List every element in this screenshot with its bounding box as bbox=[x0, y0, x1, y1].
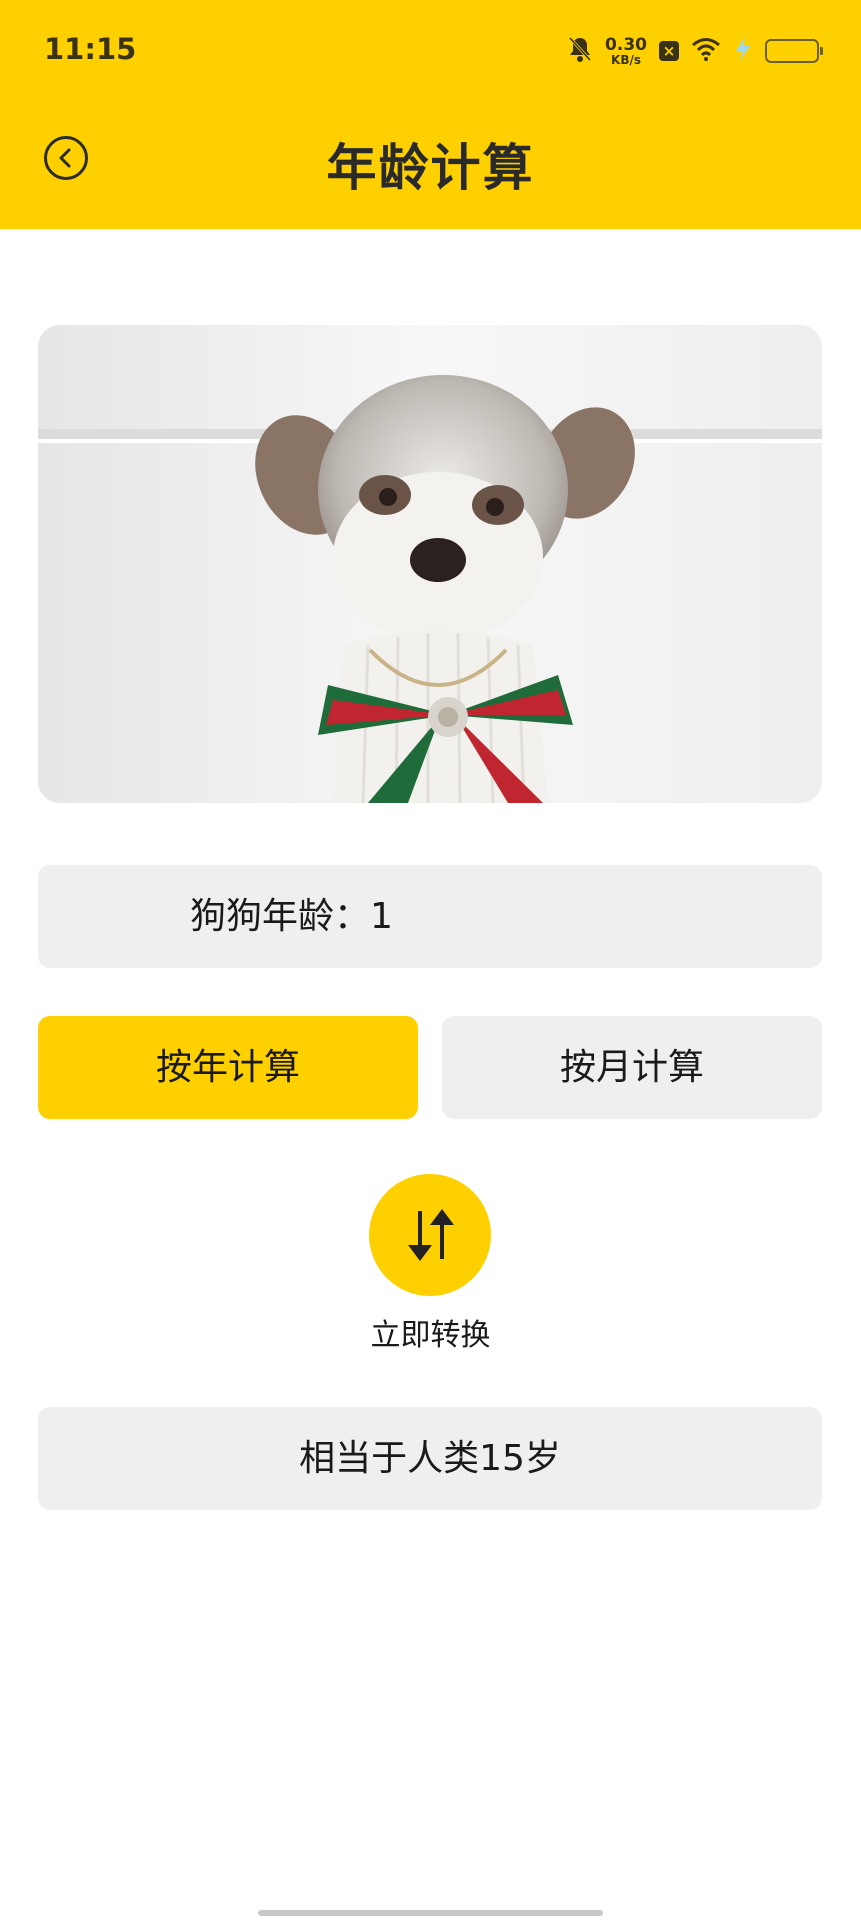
dog-age-text: 狗狗年龄：1 bbox=[190, 865, 393, 968]
home-indicator[interactable] bbox=[258, 1910, 603, 1916]
net-speed-value: 0.30 bbox=[605, 34, 647, 55]
result-display: 相当于人类15岁 bbox=[38, 1407, 822, 1510]
charging-icon bbox=[733, 36, 753, 66]
bell-muted-icon bbox=[567, 35, 593, 67]
net-speed: 0.30 KB/s bbox=[605, 34, 647, 67]
dog-age-label: 狗狗年龄： bbox=[190, 896, 371, 937]
calc-by-month-button[interactable]: 按月计算 bbox=[442, 1016, 822, 1119]
page-title: 年龄计算 bbox=[326, 139, 535, 197]
convert-label: 立即转换 bbox=[370, 1318, 491, 1353]
status-icons: 0.30 KB/s × bbox=[567, 34, 823, 68]
swap-arrows-icon bbox=[408, 1209, 454, 1261]
app-header: 11:15 0.30 KB/s × 年龄计算 bbox=[0, 0, 861, 229]
dog-age-display: 狗狗年龄：1 bbox=[38, 865, 822, 968]
dog-photo bbox=[38, 325, 822, 803]
battery-icon bbox=[765, 39, 823, 63]
calc-by-year-button[interactable]: 按年计算 bbox=[38, 1016, 418, 1119]
net-speed-unit: KB/s bbox=[611, 52, 642, 67]
convert-button[interactable] bbox=[369, 1174, 491, 1296]
close-badge-icon: × bbox=[659, 41, 679, 61]
dog-age-value: 1 bbox=[370, 896, 393, 937]
wifi-icon bbox=[691, 37, 721, 65]
status-time: 11:15 bbox=[44, 32, 137, 66]
